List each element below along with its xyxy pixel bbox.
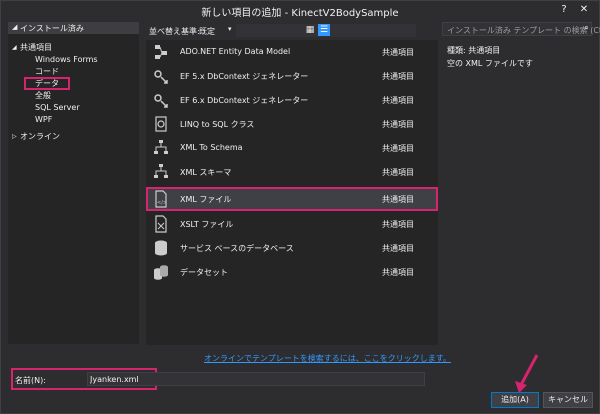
item-category: 共通項目: [382, 244, 414, 253]
item-category: 共通項目: [382, 48, 414, 57]
item-label: EF 6.x DbContext ジェネレーター: [180, 96, 309, 105]
list-item[interactable]: ADO.NET Entity Data Model 共通項目: [146, 40, 438, 64]
linq-icon: [155, 116, 167, 132]
grid-view-icon[interactable]: ▦: [304, 24, 316, 36]
dataset-icon: [154, 265, 168, 280]
item-label: XML To Schema: [180, 143, 243, 152]
list-item[interactable]: データセット 共通項目: [146, 260, 438, 284]
sort-label: 並べ替え基準:: [149, 27, 200, 36]
collapse-arrow-icon: ◢: [12, 23, 18, 31]
expand-arrow-icon[interactable]: ◢: [12, 42, 17, 53]
tree-item-wpf[interactable]: WPF: [35, 114, 52, 125]
tree-item-online[interactable]: オンライン: [20, 131, 60, 142]
item-category: 共通項目: [382, 268, 414, 277]
list-item[interactable]: サービス ベースのデータベース 共通項目: [146, 236, 438, 260]
item-category: 共通項目: [382, 120, 414, 129]
database-icon: [155, 240, 167, 256]
sort-value[interactable]: 既定: [199, 26, 215, 37]
tree-item-code[interactable]: コード: [35, 66, 59, 77]
item-category: 共通項目: [382, 220, 414, 229]
info-description: 空の XML ファイルです: [447, 59, 533, 68]
search-icon[interactable]: ⌕: [584, 23, 589, 33]
list-item[interactable]: LINQ to SQL クラス 共通項目: [146, 112, 438, 136]
online-templates-link[interactable]: オンラインでテンプレートを検索するには、ここをクリックします。: [204, 353, 451, 364]
item-label: XML ファイル: [180, 195, 232, 204]
item-label: サービス ベースのデータベース: [180, 244, 294, 253]
template-info-panel: 種類: 共通項目 空の XML ファイルです: [447, 45, 593, 71]
item-category: 共通項目: [382, 144, 414, 153]
item-category: 共通項目: [382, 195, 414, 204]
entity-model-icon: [155, 45, 167, 59]
item-label: LINQ to SQL クラス: [180, 120, 255, 129]
info-type: 種類: 共通項目: [447, 46, 501, 55]
list-item[interactable]: XML To Schema 共通項目: [146, 136, 438, 160]
installed-header-label: インストール済み: [20, 24, 84, 33]
search-placeholder: インストール済み テンプレート の検索 (Ctrl+E): [447, 26, 600, 35]
tree-item-windows-forms[interactable]: Windows Forms: [35, 54, 98, 65]
svg-text:</>: </>: [157, 200, 167, 206]
installed-header[interactable]: ◢ インストール済み: [8, 22, 139, 34]
pointer-arrow-icon: [515, 354, 539, 393]
chevron-down-icon[interactable]: ▾: [228, 25, 232, 33]
item-category: 共通項目: [382, 96, 414, 105]
name-field[interactable]: [87, 372, 425, 386]
close-button[interactable]: ✕: [577, 3, 591, 16]
ef-generator-icon: [154, 70, 168, 84]
item-category: 共通項目: [382, 72, 414, 81]
tree-item-sql-server[interactable]: SQL Server: [35, 102, 80, 113]
name-label: 名前(N):: [15, 376, 46, 385]
category-tree-panel: ◢ インストール済み ◢ 共通項目 Windows Forms コード データ …: [8, 22, 139, 344]
xslt-file-icon: [155, 215, 167, 233]
item-label: EF 5.x DbContext ジェネレーター: [180, 72, 309, 81]
ef-generator-icon: [154, 94, 168, 108]
item-label: XML スキーマ: [180, 168, 232, 177]
list-item[interactable]: XML スキーマ 共通項目: [146, 160, 438, 184]
template-list: ADO.NET Entity Data Model 共通項目 EF 5.x Db…: [146, 40, 438, 345]
add-button[interactable]: 追加(A): [491, 392, 539, 408]
list-item-selected[interactable]: </> XML ファイル 共通項目: [146, 187, 438, 211]
list-item[interactable]: EF 5.x DbContext ジェネレーター 共通項目: [146, 64, 438, 88]
item-label: ADO.NET Entity Data Model: [180, 47, 291, 56]
help-button[interactable]: ?: [557, 3, 571, 16]
name-input[interactable]: [88, 373, 424, 385]
data-highlight-box: [24, 77, 70, 90]
item-label: XSLT ファイル: [180, 220, 234, 229]
add-new-item-dialog: 新しい項目の追加 - KinectV2BodySample ? ✕ ◢ インスト…: [0, 0, 600, 414]
xml-schema-icon: [154, 164, 168, 178]
expand-arrow-icon[interactable]: ▷: [12, 131, 17, 142]
title-bar: 新しい項目の追加 - KinectV2BodySample ? ✕: [1, 1, 599, 19]
window-title: 新しい項目の追加 - KinectV2BodySample: [201, 8, 399, 19]
list-item[interactable]: EF 6.x DbContext ジェネレーター 共通項目: [146, 88, 438, 112]
item-category: 共通項目: [382, 168, 414, 177]
xml-file-icon: </>: [155, 190, 167, 208]
list-item[interactable]: XSLT ファイル 共通項目: [146, 212, 438, 236]
template-search-input[interactable]: インストール済み テンプレート の検索 (Ctrl+E) ⌕: [442, 22, 600, 36]
list-view-icon[interactable]: ☰: [318, 24, 330, 36]
tree-item-general[interactable]: 全般: [35, 90, 51, 101]
sort-toolbar: 並べ替え基準: 既定 ▾ ▦ ☰: [146, 22, 438, 38]
tree-item-common[interactable]: 共通項目: [20, 42, 52, 53]
item-label: データセット: [180, 268, 228, 277]
xml-schema-icon: [154, 140, 168, 154]
cancel-button[interactable]: キャンセル: [543, 392, 593, 408]
